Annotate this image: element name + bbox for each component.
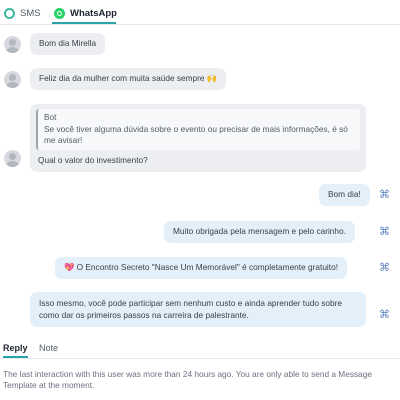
quote-author: Bot <box>44 112 57 122</box>
quote-text: Se você tiver alguma dúvida sobre o even… <box>44 123 348 146</box>
tab-note[interactable]: Note <box>39 343 58 353</box>
agent-badge-icon: ⌘ <box>379 226 390 238</box>
composer-divider <box>0 358 400 359</box>
tab-sms[interactable]: SMS <box>4 2 41 24</box>
message-incoming: Bom dia Mirella <box>30 33 106 55</box>
sms-channel-icon <box>4 7 15 19</box>
message-text: Bom dia! <box>328 189 361 199</box>
tab-reply[interactable]: Reply <box>3 343 28 353</box>
message-text: Isso mesmo, você pode participar sem nen… <box>39 298 343 320</box>
tab-whatsapp-label: WhatsApp <box>70 7 117 19</box>
message-outgoing: Bom dia! <box>319 184 370 206</box>
message-incoming-with-quote: Bot Se você tiver alguma dúvida sobre o … <box>30 104 366 172</box>
whatsapp-icon <box>54 7 65 19</box>
tab-sms-label: SMS <box>20 7 41 19</box>
message-text: Feliz dia da mulher com muita saúde semp… <box>39 73 218 83</box>
message-outgoing: Isso mesmo, você pode participar sem nen… <box>30 292 366 327</box>
tabs-divider <box>0 24 400 25</box>
tab-whatsapp[interactable]: WhatsApp <box>54 2 117 24</box>
channel-tabs: SMS WhatsApp <box>0 0 400 26</box>
contact-avatar <box>4 71 21 88</box>
contact-avatar <box>4 36 21 53</box>
contact-avatar <box>4 150 21 167</box>
message-text: 💖 O Encontro Secreto "Nasce Um Memorável… <box>64 262 338 272</box>
message-text: Bom dia Mirella <box>39 38 97 48</box>
message-text: Muito obrigada pela mensagem e pelo cari… <box>173 226 346 236</box>
template-only-notice: The last interaction with this user was … <box>3 369 372 390</box>
message-text: Qual o valor do investimento? <box>38 154 148 165</box>
message-outgoing: Muito obrigada pela mensagem e pelo cari… <box>164 221 355 243</box>
quoted-message[interactable]: Bot Se você tiver alguma dúvida sobre o … <box>36 109 360 150</box>
agent-badge-icon: ⌘ <box>379 189 390 201</box>
agent-badge-icon: ⌘ <box>379 262 390 274</box>
message-incoming: Feliz dia da mulher com muita saúde semp… <box>30 68 227 90</box>
message-outgoing: 💖 O Encontro Secreto "Nasce Um Memorável… <box>55 257 347 279</box>
agent-badge-icon: ⌘ <box>379 309 390 321</box>
composer-tabs: Reply Note <box>0 340 400 362</box>
